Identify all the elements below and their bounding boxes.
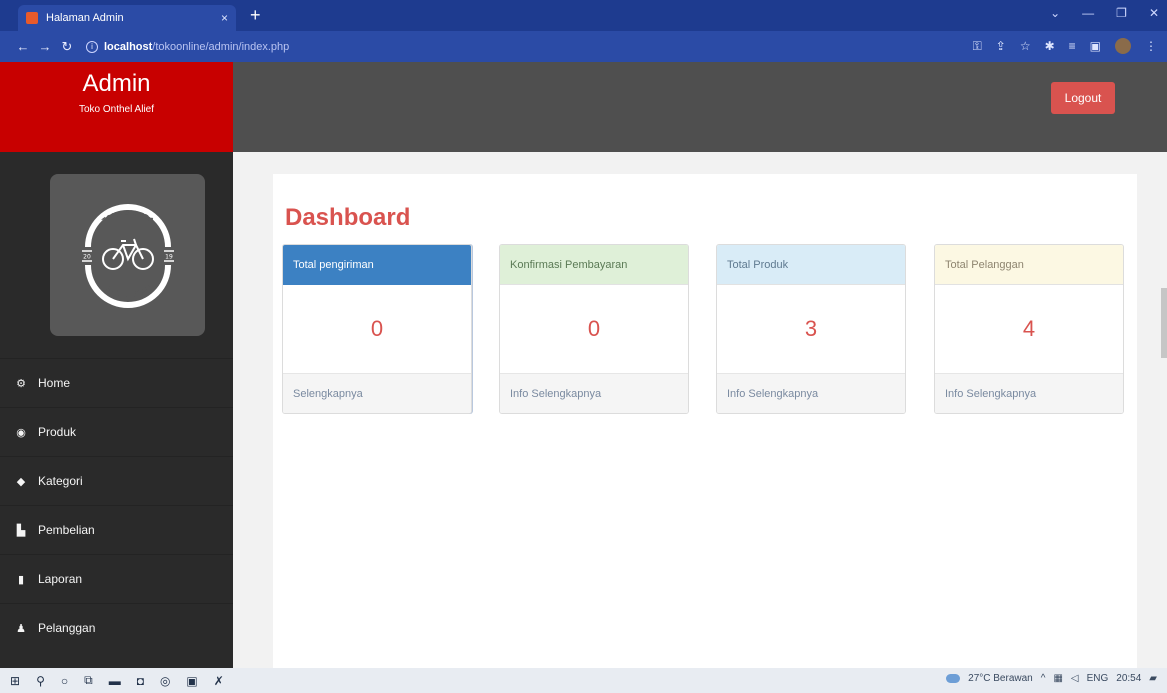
bicycle-logo-icon: TOKO SEPEDA ONTHEL ALIEF 20 19 — [81, 204, 174, 308]
svg-text:ONTHEL ALIEF: ONTHEL ALIEF — [102, 283, 152, 299]
browser-tab[interactable]: Halaman Admin × — [18, 5, 236, 31]
stat-card-header: Konfirmasi Pembayaran — [500, 245, 688, 285]
stat-card-value: 0 — [370, 316, 384, 341]
product-icon: ◉ — [16, 426, 26, 439]
store-logo: TOKO SEPEDA ONTHEL ALIEF 20 19 — [50, 174, 205, 336]
back-icon[interactable]: ← — [12, 39, 34, 54]
stat-card-link[interactable]: Info Selengkapnya — [935, 373, 1123, 413]
sidebar-item-home[interactable]: ⚙ Home — [0, 358, 233, 407]
file-icon: ▮ — [17, 573, 25, 586]
minimize-button[interactable]: — — [1082, 6, 1094, 20]
network-icon[interactable]: ▦ — [1053, 673, 1062, 684]
share-icon[interactable]: ⇪ — [996, 39, 1006, 53]
stat-card-pembayaran: Konfirmasi Pembayaran 0 Info Selengkapny… — [499, 244, 689, 414]
stat-card-pengiriman: Total pengiriman 0 Selengkapnya — [282, 244, 472, 414]
sidebar-item-label: Pelanggan — [38, 621, 96, 635]
logout-button[interactable]: Logout — [1051, 82, 1115, 114]
reload-icon[interactable]: ↻ — [56, 39, 78, 55]
svg-text:19: 19 — [165, 254, 173, 261]
tab-search-icon[interactable]: ⌄ — [1050, 6, 1060, 20]
notification-icon[interactable]: ▰ — [1149, 673, 1157, 684]
side-panel-icon[interactable]: ▣ — [1090, 39, 1101, 53]
page-title: Dashboard — [285, 204, 411, 231]
sidebar-item-label: Produk — [38, 425, 77, 439]
stat-card-header: Total Pelanggan — [935, 245, 1123, 285]
browser-tab-strip: Halaman Admin × + ⌄ — ❐ ✕ — [0, 0, 1167, 31]
reading-list-icon[interactable]: ≡ — [1069, 39, 1076, 53]
store-icon[interactable]: ◘ — [137, 674, 144, 688]
stat-card-header: Total pengiriman — [283, 245, 471, 285]
sidebar-item-laporan[interactable]: ▮ Laporan — [0, 554, 233, 603]
system-tray: 27°C Berawan ^ ▦ ◁ ENG 20:54 ▰ — [946, 673, 1157, 684]
volume-icon[interactable]: ◁ — [1071, 673, 1079, 684]
address-bar: ← → ↻ i localhost /tokoonline/admin/inde… — [0, 31, 1167, 62]
stat-card-pelanggan: Total Pelanggan 4 Info Selengkapnya — [934, 244, 1124, 414]
sidebar-item-label: Pembelian — [38, 523, 95, 537]
tray-chevron-icon[interactable]: ^ — [1041, 673, 1046, 684]
sidebar-item-label: Laporan — [38, 572, 83, 586]
sidebar-item-pembelian[interactable]: ▙ Pembelian — [0, 505, 233, 554]
url-path: /tokoonline/admin/index.php — [152, 40, 290, 53]
top-navbar: Logout — [233, 62, 1167, 152]
url-field[interactable]: i localhost /tokoonline/admin/index.php — [86, 40, 290, 53]
cortana-icon[interactable]: ○ — [61, 674, 68, 688]
menu-kebab-icon[interactable]: ⋮ — [1145, 39, 1157, 53]
clock[interactable]: 20:54 — [1116, 673, 1141, 684]
close-window-button[interactable]: ✕ — [1149, 6, 1159, 20]
chrome-icon[interactable]: ◎ — [160, 674, 170, 688]
page-scrollbar[interactable] — [1161, 288, 1167, 358]
tab-title: Halaman Admin — [46, 12, 124, 24]
tag-icon: ◆ — [16, 475, 26, 488]
favicon-icon — [26, 12, 38, 24]
search-icon[interactable]: ⚲ — [36, 674, 45, 688]
stat-card-value: 4 — [1022, 316, 1036, 341]
dashboard-panel: Dashboard Total pengiriman 0 Selengkapny… — [273, 174, 1137, 668]
weather-text[interactable]: 27°C Berawan — [968, 673, 1033, 684]
site-info-icon[interactable]: i — [86, 40, 98, 53]
app-icon[interactable]: ▣ — [186, 674, 197, 688]
os-taskbar: ⊞ ⚲ ○ ⧉ ▬ ◘ ◎ ▣ ✗ 27°C Berawan ^ ▦ ◁ ENG… — [0, 668, 1167, 693]
url-host: localhost — [104, 40, 153, 53]
stat-card-link[interactable]: Info Selengkapnya — [717, 373, 905, 413]
key-icon[interactable]: ⚿ — [973, 39, 982, 54]
bookmark-star-icon[interactable]: ☆ — [1020, 39, 1031, 53]
browser-actions: ⚿ ⇪ ☆ ✱ ≡ ▣ ⋮ — [973, 38, 1157, 54]
sidebar-item-kategori[interactable]: ◆ Kategori — [0, 456, 233, 505]
sidebar-item-pelanggan[interactable]: ♟ Pelanggan — [0, 603, 233, 652]
sidebar: Admin Toko Onthel Alief TOKO SEPEDA ONTH… — [0, 62, 233, 668]
new-tab-button[interactable]: + — [250, 6, 261, 24]
brand-title: Admin — [82, 70, 151, 97]
language-indicator[interactable]: ENG — [1087, 673, 1109, 684]
stat-card-produk: Total Produk 3 Info Selengkapnya — [716, 244, 906, 414]
cart-icon: ▙ — [16, 524, 26, 537]
task-view-icon[interactable]: ⧉ — [84, 673, 93, 688]
file-explorer-icon[interactable]: ▬ — [109, 674, 121, 688]
brand-subtitle: Toko Onthel Alief — [78, 104, 155, 115]
windows-start-icon[interactable]: ⊞ — [10, 674, 20, 688]
sidebar-item-label: Home — [38, 376, 71, 390]
stat-card-header: Total Produk — [717, 245, 905, 285]
restore-button[interactable]: ❐ — [1116, 6, 1127, 20]
stat-card-value: 3 — [804, 316, 818, 341]
svg-text:20: 20 — [83, 254, 91, 261]
forward-icon[interactable]: → — [34, 39, 56, 54]
brand-header: Admin Toko Onthel Alief — [0, 62, 233, 152]
weather-icon — [946, 674, 961, 683]
admin-page: Logout Admin Toko Onthel Alief TOKO SEPE… — [0, 62, 1167, 668]
stat-card-value: 0 — [587, 316, 601, 341]
extensions-icon[interactable]: ✱ — [1045, 39, 1055, 53]
sidebar-item-produk[interactable]: ◉ Produk — [0, 407, 233, 456]
sidebar-menu: ⚙ Home ◉ Produk ◆ Kategori ▙ Pembelian ▮… — [0, 358, 233, 652]
tab-close-button[interactable]: × — [221, 11, 228, 25]
sidebar-item-label: Kategori — [38, 474, 83, 488]
profile-avatar[interactable] — [1115, 38, 1131, 54]
vscode-icon[interactable]: ✗ — [214, 674, 224, 688]
user-icon: ♟ — [16, 622, 26, 635]
window-controls: ⌄ — ❐ ✕ — [1050, 6, 1159, 20]
stat-card-link[interactable]: Selengkapnya — [283, 373, 471, 413]
dashboard-icon: ⚙ — [16, 377, 26, 390]
stat-card-link[interactable]: Info Selengkapnya — [500, 373, 688, 413]
